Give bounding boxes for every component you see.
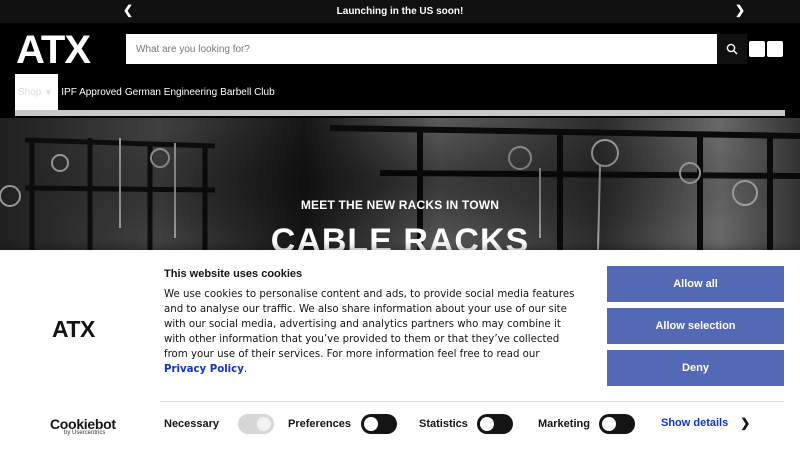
cookie-logo-text: ATX: [52, 319, 96, 339]
cookiebot-logo[interactable]: Cookiebot by Usercentrics: [50, 416, 116, 436]
toggle-label-necessary: Necessary: [164, 418, 220, 430]
show-details-label: Show details: [661, 417, 729, 429]
marketing-toggle[interactable]: [598, 414, 635, 434]
allow-selection-button[interactable]: Allow selection: [607, 308, 784, 344]
cookie-banner: ATX This website uses cookies We use coo…: [0, 250, 800, 450]
search-icon: [726, 43, 738, 55]
chevron-down-icon: ▼: [44, 87, 53, 97]
toggle-label-marketing: Marketing: [538, 418, 590, 430]
announcement-text: Launching in the US soon!: [336, 6, 464, 17]
nav-item-ipf-approved[interactable]: IPF Approved: [58, 87, 122, 98]
search-bar: [126, 34, 747, 64]
cookie-body: We use cookies to personalise content an…: [164, 287, 584, 377]
nav-item-shop[interactable]: Shop ▼: [15, 74, 59, 110]
atx-logo[interactable]: ATX: [16, 32, 124, 65]
main-nav: Shop ▼ IPF Approved German Engineering B…: [15, 74, 275, 110]
chevron-left-icon[interactable]: ❮: [123, 3, 133, 17]
chevron-right-icon[interactable]: ❯: [735, 3, 745, 17]
preferences-toggle[interactable]: [361, 414, 397, 434]
chevron-right-icon: ❯: [740, 416, 751, 430]
cookie-divider: [160, 401, 784, 402]
wishlist-icon[interactable]: [749, 41, 765, 57]
hero-title: CABLE RACKS: [270, 222, 530, 250]
search-input[interactable]: [126, 34, 717, 64]
nav-item-barbell-club[interactable]: Barbell Club: [217, 87, 274, 98]
nav-item-shop-label: Shop: [18, 86, 42, 98]
hero-subtitle: MEET THE NEW RACKS IN TOWN: [300, 198, 500, 212]
cart-icon[interactable]: [767, 41, 783, 57]
cookie-body-end: .: [243, 364, 248, 375]
toggle-group-necessary: Necessary: [164, 414, 275, 434]
cookie-body-text: We use cookies to personalise content an…: [164, 289, 575, 360]
nav-divider: [15, 110, 785, 116]
toggle-label-preferences: Preferences: [288, 418, 351, 430]
toggle-label-statistics: Statistics: [419, 418, 468, 430]
atx-logo: ATX: [52, 319, 96, 339]
nav-item-german-engineering[interactable]: German Engineering: [122, 87, 217, 98]
announcement-bar: ❮ Launching in the US soon! ❯: [0, 0, 800, 23]
allow-all-button[interactable]: Allow all: [607, 266, 784, 302]
toggle-group-marketing: Marketing: [538, 414, 635, 434]
show-details-link[interactable]: Show details ❯: [661, 416, 750, 430]
cookie-title: This website uses cookies: [164, 268, 303, 280]
necessary-toggle: [238, 414, 275, 434]
statistics-toggle[interactable]: [476, 414, 513, 434]
toggle-group-preferences: Preferences: [288, 414, 397, 434]
toggle-group-statistics: Statistics: [419, 414, 513, 434]
hero-banner[interactable]: MEET THE NEW RACKS IN TOWN CABLE RACKS: [0, 118, 800, 250]
deny-button[interactable]: Deny: [607, 350, 784, 386]
site-header: ATX Shop ▼ IPF Approved German Engineeri…: [0, 23, 800, 118]
search-button[interactable]: [717, 34, 747, 64]
privacy-policy-link[interactable]: Privacy Policy: [164, 364, 244, 375]
logo-text: ATX: [16, 32, 91, 65]
